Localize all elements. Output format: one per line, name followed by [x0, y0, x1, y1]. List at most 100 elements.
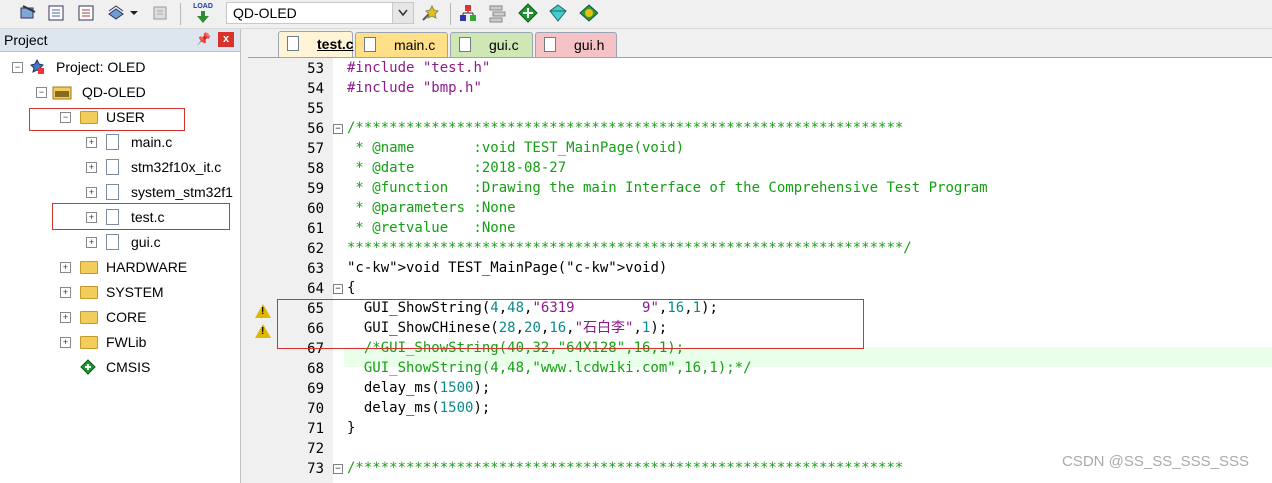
- manage-rte-icon[interactable]: [548, 3, 568, 23]
- folder-icon: [80, 261, 98, 274]
- code-line[interactable]: {: [347, 278, 355, 298]
- target-folder-icon: [52, 84, 74, 106]
- rebuild-icon[interactable]: [76, 3, 96, 23]
- code-line[interactable]: * @name :void TEST_MainPage(void): [347, 138, 684, 158]
- fold-icon[interactable]: −: [333, 124, 343, 134]
- tab-label: test.c: [317, 36, 354, 52]
- line-number: 63: [307, 261, 324, 277]
- pack-installer-icon[interactable]: [518, 3, 538, 23]
- code-line[interactable]: /***************************************…: [347, 118, 903, 138]
- code-line[interactable]: * @date :2018-08-27: [347, 158, 566, 178]
- translate-icon[interactable]: [18, 3, 38, 23]
- tree-item-label: FWLib: [106, 334, 147, 350]
- line-number: 55: [307, 101, 324, 117]
- tree-file-main[interactable]: + main.c: [0, 131, 240, 153]
- tree-item-label: CMSIS: [106, 359, 151, 375]
- tree-group-system[interactable]: + SYSTEM: [0, 281, 240, 303]
- code-line[interactable]: * @function :Drawing the main Interface …: [347, 178, 987, 198]
- expand-icon[interactable]: +: [60, 287, 71, 298]
- expand-icon[interactable]: +: [86, 187, 97, 198]
- line-number: 62: [307, 241, 324, 257]
- tree-file-it[interactable]: + stm32f10x_it.c: [0, 156, 240, 178]
- code-line[interactable]: delay_ms(1500);: [347, 398, 490, 418]
- tab-gui-h[interactable]: gui.h: [535, 32, 617, 57]
- expand-icon[interactable]: +: [86, 137, 97, 148]
- dropdown-arrow-icon[interactable]: [128, 3, 140, 23]
- line-number: 53: [307, 61, 324, 77]
- line-number: 56: [307, 121, 324, 137]
- tab-label: gui.h: [574, 37, 605, 53]
- warning-icon[interactable]: !: [255, 324, 271, 338]
- file-icon: [106, 184, 119, 200]
- download-icon[interactable]: LOAD: [190, 3, 216, 23]
- code-line[interactable]: #include "test.h": [347, 58, 490, 78]
- tree-group-cmsis[interactable]: CMSIS: [0, 356, 240, 378]
- target-select[interactable]: QD-OLED: [226, 2, 412, 24]
- pin-icon[interactable]: 📌: [196, 32, 211, 46]
- manage-project-icon[interactable]: [458, 3, 478, 23]
- expand-icon[interactable]: +: [86, 237, 97, 248]
- fold-icon[interactable]: −: [333, 464, 343, 474]
- build-icon[interactable]: [46, 3, 66, 23]
- tree-item-label: stm32f10x_it.c: [131, 159, 222, 175]
- code-line[interactable]: * @retvalue :None: [347, 218, 515, 238]
- expand-icon[interactable]: +: [86, 162, 97, 173]
- tree-item-label: gui.c: [131, 234, 161, 250]
- select-packs-icon[interactable]: [488, 3, 508, 23]
- line-number: 60: [307, 201, 324, 217]
- project-panel-title: Project: [4, 32, 48, 48]
- toolbar-separator: [450, 3, 451, 25]
- tree-item-label: QD-OLED: [82, 84, 146, 100]
- tab-main-c[interactable]: main.c: [355, 32, 448, 57]
- tree-item-project[interactable]: − Project: OLED: [0, 56, 240, 78]
- line-number: 58: [307, 161, 324, 177]
- toolbar-separator: [180, 3, 181, 25]
- tree-group-core[interactable]: + CORE: [0, 306, 240, 328]
- file-icon: [106, 159, 119, 175]
- code-line[interactable]: GUI_ShowString(4,48,"www.lcdwiki.com",16…: [347, 358, 752, 378]
- code-line[interactable]: }: [347, 418, 355, 438]
- manage-components-icon[interactable]: [578, 3, 598, 23]
- target-select-value: QD-OLED: [233, 5, 297, 21]
- tab-gui-c[interactable]: gui.c: [450, 32, 533, 57]
- highlight-box: [29, 108, 185, 131]
- tree-group-fwlib[interactable]: + FWLib: [0, 331, 240, 353]
- code-line[interactable]: /***************************************…: [347, 458, 903, 478]
- load-label: LOAD: [193, 3, 213, 10]
- expand-icon[interactable]: +: [60, 337, 71, 348]
- close-icon[interactable]: x: [218, 32, 234, 47]
- tree-group-hardware[interactable]: + HARDWARE: [0, 256, 240, 278]
- line-number: 68: [307, 361, 324, 377]
- expand-icon[interactable]: +: [60, 312, 71, 323]
- tree-item-label: Project: OLED: [56, 59, 146, 75]
- code-line[interactable]: * @parameters :None: [347, 198, 515, 218]
- file-icon: [106, 234, 119, 250]
- project-panel-header: Project 📌 x: [0, 29, 240, 52]
- chevron-down-icon[interactable]: [392, 2, 414, 24]
- code-line[interactable]: "c-kw">void TEST_MainPage("c-kw">void): [347, 258, 667, 278]
- highlight-box: [277, 299, 864, 349]
- collapse-icon[interactable]: −: [36, 87, 47, 98]
- warning-icon[interactable]: !: [255, 304, 271, 318]
- expand-icon[interactable]: +: [60, 262, 71, 273]
- folder-icon: [80, 336, 98, 349]
- code-line[interactable]: ****************************************…: [347, 238, 912, 258]
- tree-file-system[interactable]: + system_stm32f1: [0, 181, 240, 203]
- code-line[interactable]: delay_ms(1500);: [347, 378, 490, 398]
- tree-item-target[interactable]: − QD-OLED: [0, 81, 240, 103]
- collapse-icon[interactable]: −: [12, 62, 23, 73]
- tree-item-label: SYSTEM: [106, 284, 164, 300]
- batch-build-icon[interactable]: [106, 3, 126, 23]
- toolbar: LOAD QD-OLED: [0, 0, 1272, 29]
- tree-file-gui[interactable]: + gui.c: [0, 231, 240, 253]
- stop-build-icon[interactable]: [150, 3, 170, 23]
- project-icon: [28, 58, 46, 81]
- code-line[interactable]: #include "bmp.h": [347, 78, 482, 98]
- tab-test-c[interactable]: test.c: [278, 31, 354, 57]
- target-options-icon[interactable]: [420, 3, 440, 23]
- project-panel: Project 📌 x − Project: OLED − QD-OLED − …: [0, 29, 241, 483]
- line-number: 54: [307, 81, 324, 97]
- tab-label: gui.c: [489, 37, 519, 53]
- folder-icon: [80, 311, 98, 324]
- fold-icon[interactable]: −: [333, 284, 343, 294]
